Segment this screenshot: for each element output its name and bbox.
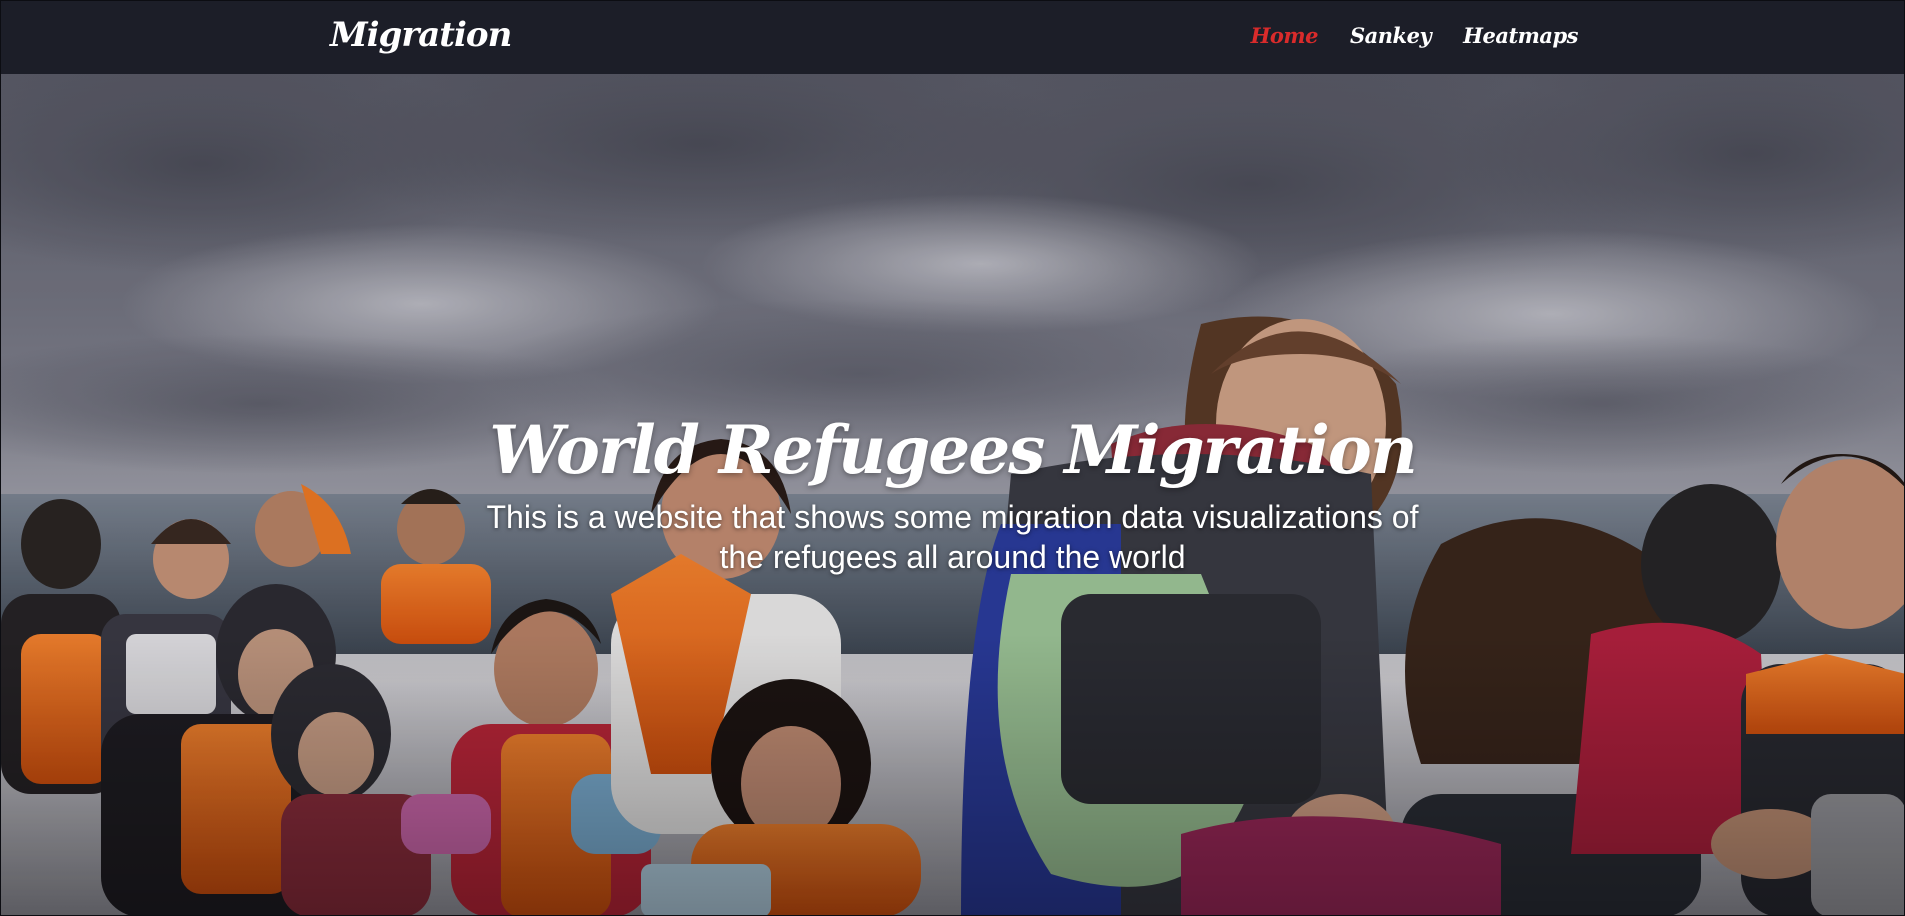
main-nav: Home Sankey Heatmaps [1251, 23, 1579, 48]
brand-logo-link[interactable]: Migration [330, 15, 512, 55]
nav-link-sankey[interactable]: Sankey [1350, 23, 1432, 48]
hero-subtitle: This is a website that shows some migrat… [486, 498, 1419, 575]
nav-link-heatmaps[interactable]: Heatmaps [1463, 23, 1578, 48]
hero-title: World Refugees Migration [489, 411, 1418, 489]
nav-link-home[interactable]: Home [1251, 23, 1319, 48]
hero-section: World Refugees Migration This is a websi… [1, 74, 1904, 915]
hero-text-block: World Refugees Migration This is a websi… [1, 414, 1904, 577]
navbar: Migration Home Sankey Heatmaps [1, 1, 1904, 74]
page: Migration Home Sankey Heatmaps World Ref… [0, 0, 1905, 916]
